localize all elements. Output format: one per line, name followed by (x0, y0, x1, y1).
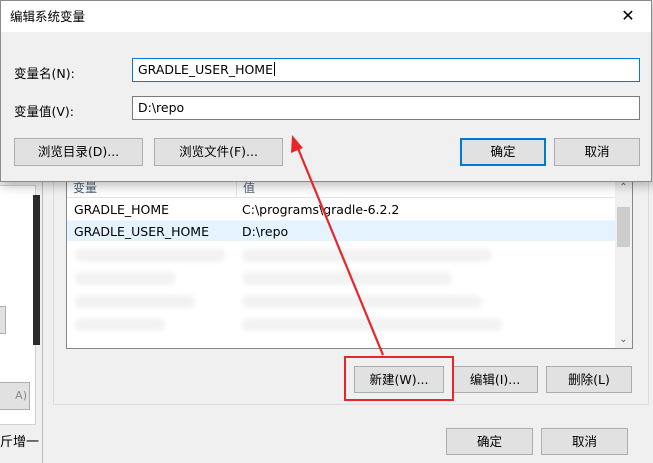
variable-value-label: 变量值(V): (14, 104, 75, 119)
redacted-row (75, 249, 225, 262)
scroll-thumb[interactable] (617, 207, 630, 247)
redacted-row (242, 272, 452, 285)
background-button[interactable] (0, 306, 6, 334)
variable-value: C:\programs\gradle-6.2.2 (242, 202, 400, 217)
annotation-highlight-box (344, 356, 454, 401)
background-button-2[interactable]: A) (0, 382, 30, 410)
env-ok-button[interactable]: 确定 (446, 428, 533, 455)
variable-name-input-value: GRADLE_USER_HOME (138, 62, 273, 77)
variable-value-input-value: D:\repo (138, 100, 185, 115)
variable-name: GRADLE_HOME (74, 202, 170, 217)
list-scrollbar[interactable]: ⌃ ⌄ (615, 179, 632, 348)
redacted-row (75, 272, 175, 285)
table-row[interactable]: GRADLE_HOME C:\programs\gradle-6.2.2 (67, 199, 615, 220)
variable-name: GRADLE_USER_HOME (74, 224, 209, 239)
variable-value: D:\repo (242, 224, 289, 239)
scroll-down-icon[interactable]: ⌄ (615, 331, 632, 348)
variable-value-input[interactable]: D:\repo (132, 96, 640, 120)
system-variables-list[interactable]: 变量 值 GRADLE_HOME C:\programs\gradle-6.2.… (66, 178, 633, 349)
close-icon[interactable]: ✕ (605, 1, 651, 32)
dialog-ok-button[interactable]: 确定 (460, 138, 546, 166)
redacted-row (75, 295, 195, 308)
dialog-cancel-button[interactable]: 取消 (554, 138, 640, 166)
table-row-selected[interactable]: GRADLE_USER_HOME D:\repo (67, 220, 615, 241)
redacted-row (242, 318, 502, 331)
background-terminal-strip (33, 195, 40, 345)
redacted-row (75, 318, 165, 331)
dialog-titlebar[interactable]: 编辑系统变量 ✕ (1, 1, 651, 32)
edit-system-variable-dialog: 编辑系统变量 ✕ 变量名(N): GRADLE_USER_HOME 变量值(V)… (0, 0, 652, 182)
delete-variable-button[interactable]: 删除(L) (546, 366, 632, 393)
text-caret (274, 62, 275, 76)
browse-directory-button[interactable]: 浏览目录(D)... (14, 138, 143, 166)
background-text: 斤增一 (0, 435, 40, 450)
variable-name-label: 变量名(N): (14, 66, 75, 81)
dialog-title: 编辑系统变量 (10, 9, 86, 24)
redacted-row (242, 295, 482, 308)
edit-variable-button[interactable]: 编辑(I)... (452, 366, 538, 393)
redacted-row (242, 249, 492, 262)
browse-file-button[interactable]: 浏览文件(F)... (154, 138, 283, 166)
env-cancel-button[interactable]: 取消 (541, 428, 628, 455)
variable-name-input[interactable]: GRADLE_USER_HOME (132, 58, 640, 82)
